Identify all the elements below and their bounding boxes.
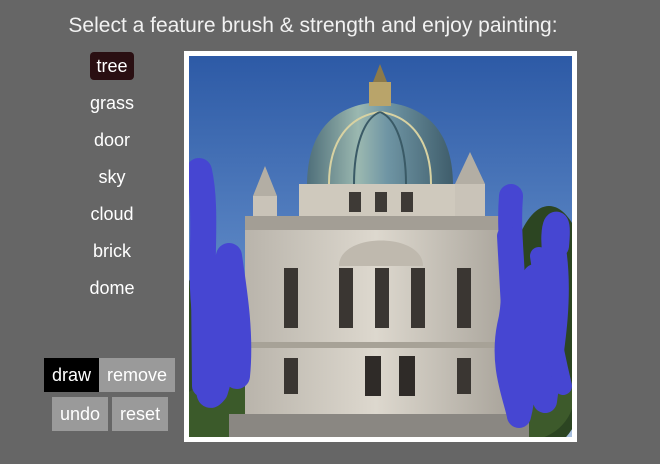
feature-door[interactable]: door (88, 126, 136, 154)
mode-toggle: draw remove (44, 358, 176, 392)
feature-grass[interactable]: grass (84, 89, 140, 117)
undo-button[interactable]: undo (52, 397, 109, 431)
instruction-text: Select a feature brush & strength and en… (68, 14, 558, 37)
feature-brush-list: tree grass door sky cloud brick dome (62, 52, 162, 311)
painting-canvas[interactable] (189, 56, 572, 437)
reset-button[interactable]: reset (112, 397, 169, 431)
draw-button[interactable]: draw (44, 358, 100, 392)
feature-sky[interactable]: sky (93, 163, 132, 191)
action-buttons: undo reset (52, 397, 169, 431)
feature-brick[interactable]: brick (87, 237, 137, 265)
feature-tree[interactable]: tree (90, 52, 134, 80)
feature-dome[interactable]: dome (83, 274, 140, 302)
remove-button[interactable]: remove (99, 358, 176, 392)
feature-cloud[interactable]: cloud (84, 200, 139, 228)
painting-canvas-frame (184, 51, 577, 442)
